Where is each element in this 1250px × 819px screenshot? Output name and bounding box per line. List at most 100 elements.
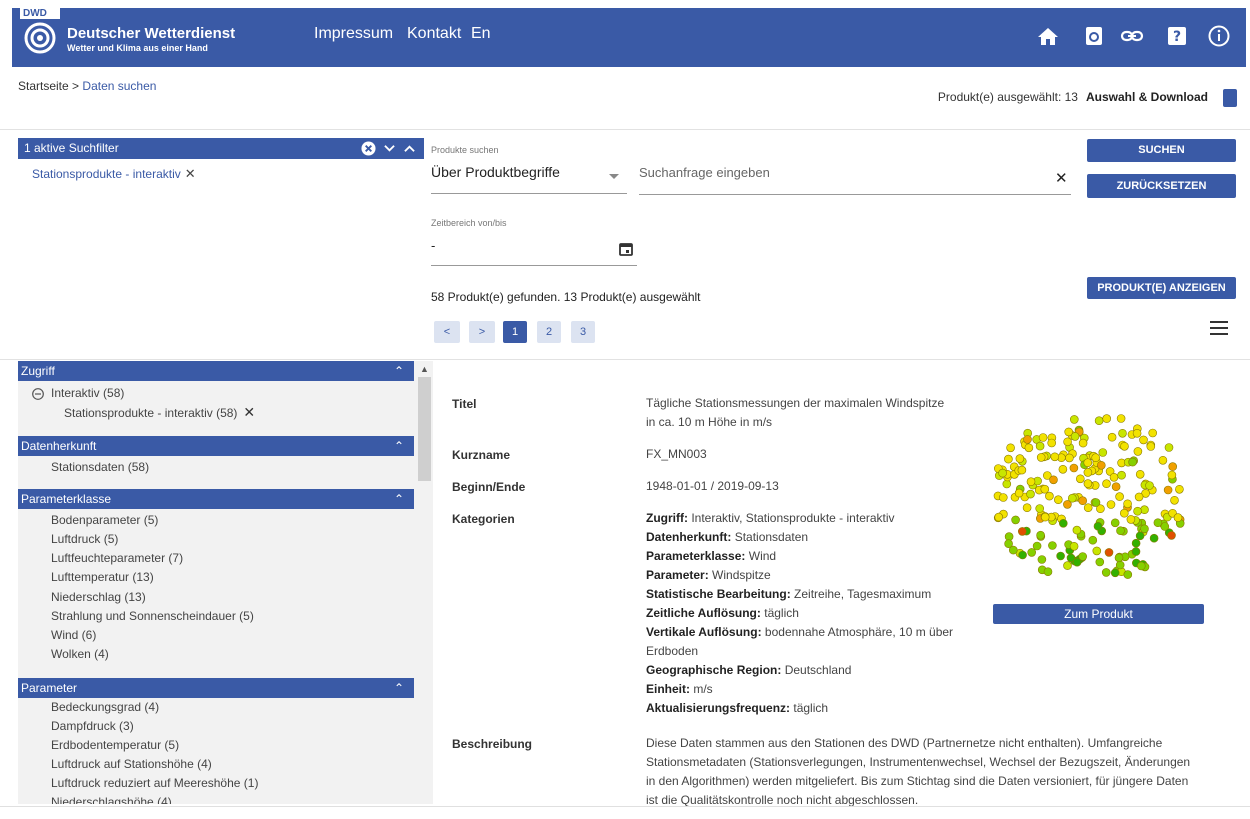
- description-line: in den Algorithmen) werden mitgeliefert.…: [646, 774, 1189, 788]
- station-dot: [1054, 495, 1063, 504]
- clear-filter-icon[interactable]: [361, 141, 376, 156]
- collapse-icon[interactable]: [32, 388, 44, 400]
- station-dot: [1072, 525, 1082, 535]
- info-icon[interactable]: [1207, 24, 1231, 48]
- station-dot: [1092, 546, 1102, 556]
- chevron-up-icon[interactable]: ⌃: [394, 361, 404, 381]
- category-key: Geographische Region:: [646, 663, 782, 677]
- station-dot: [1091, 498, 1101, 507]
- station-dot: [1111, 482, 1121, 491]
- category-row: Vertikale Auflösung: bodennahe Atmosphär…: [646, 623, 953, 642]
- section-parameter-header[interactable]: Parameter ⌃: [18, 678, 414, 698]
- station-dot: [1063, 437, 1072, 447]
- prev-page-button[interactable]: <: [434, 321, 460, 343]
- download-icon[interactable]: [1223, 89, 1237, 107]
- section-datenherkunft-header[interactable]: Datenherkunft ⌃: [18, 436, 414, 456]
- category-value: m/s: [693, 682, 713, 696]
- station-dot: [1070, 432, 1080, 441]
- category-value: täglich: [764, 606, 799, 620]
- facet-item[interactable]: Dampfdruck (3): [51, 719, 134, 733]
- dwd-logo[interactable]: DWD: [20, 8, 60, 60]
- facet-item[interactable]: Luftdruck auf Stationshöhe (4): [51, 757, 212, 771]
- search-button[interactable]: SUCHEN: [1087, 139, 1236, 162]
- chevron-up-icon[interactable]: [404, 144, 415, 153]
- section-zugriff-header[interactable]: Zugriff ⌃: [18, 361, 414, 381]
- category-row: Statistische Bearbeitung: Zeitreihe, Tag…: [646, 585, 953, 604]
- scroll-up-icon[interactable]: ▲: [420, 364, 429, 374]
- station-dot: [1026, 489, 1035, 499]
- help-icon[interactable]: ?: [1165, 24, 1189, 48]
- title-line: in ca. 10 m Höhe in m/s: [646, 415, 773, 429]
- dropdown-arrow-icon[interactable]: [609, 174, 619, 179]
- station-dot: [1164, 443, 1174, 452]
- facet-item[interactable]: Erdbodentemperatur (5): [51, 738, 179, 752]
- next-page-button[interactable]: >: [469, 321, 495, 343]
- facet-item[interactable]: Lufttemperatur (13): [51, 570, 154, 584]
- station-dot: [1123, 499, 1132, 509]
- close-icon[interactable]: ✕: [185, 166, 196, 181]
- station-dot: [1137, 561, 1146, 571]
- section-title: Parameter: [21, 681, 78, 695]
- station-dot: [1037, 555, 1047, 564]
- facet-item[interactable]: Stationsdaten (58): [51, 460, 149, 474]
- station-dot: [1134, 492, 1144, 502]
- facet-item[interactable]: Strahlung und Sonnenscheindauer (5): [51, 609, 254, 623]
- search-input[interactable]: Suchanfrage eingeben: [639, 165, 770, 180]
- close-icon[interactable]: ✕: [243, 404, 255, 420]
- home-icon[interactable]: [1036, 24, 1060, 48]
- category-value: Wind: [748, 549, 777, 563]
- link-icon[interactable]: [1120, 24, 1144, 48]
- nav-english[interactable]: En: [471, 25, 491, 43]
- nav-kontakt[interactable]: Kontakt: [407, 25, 461, 43]
- facet-item[interactable]: Stationsprodukte - interaktiv (58) ✕: [64, 404, 255, 421]
- facet-item[interactable]: Interaktiv (58): [51, 386, 124, 400]
- facet-item[interactable]: Luftdruck reduziert auf Meereshöhe (1): [51, 776, 258, 790]
- station-dot: [1131, 538, 1141, 548]
- nav-impressum[interactable]: Impressum: [314, 25, 393, 43]
- facet-item[interactable]: Niederschlagshöhe (4): [51, 795, 172, 804]
- facet-item[interactable]: Luftdruck (5): [51, 532, 118, 546]
- calendar-icon[interactable]: [619, 242, 633, 256]
- chevron-up-icon[interactable]: ⌃: [394, 489, 404, 509]
- station-dot: [1083, 503, 1093, 512]
- station-dot: [1110, 518, 1120, 528]
- menu-icon[interactable]: [1210, 321, 1228, 335]
- facet-item[interactable]: Bodenparameter (5): [51, 513, 158, 527]
- facet-item[interactable]: Bedeckungsgrad (4): [51, 700, 159, 714]
- clear-search-icon[interactable]: ✕: [1055, 169, 1068, 187]
- station-dot: [1015, 454, 1025, 463]
- station-dot: [1106, 500, 1116, 509]
- scrollbar-thumb[interactable]: [418, 377, 431, 481]
- save-icon[interactable]: [1082, 24, 1106, 48]
- page-3-button[interactable]: 3: [571, 321, 595, 343]
- download-link[interactable]: Auswahl & Download: [1086, 90, 1208, 104]
- station-dot: [1126, 515, 1136, 524]
- breadcrumb-current[interactable]: Daten suchen: [82, 79, 156, 93]
- breadcrumb: Startseite > Daten suchen: [18, 79, 156, 93]
- search-mode-select[interactable]: Über Produktbegriffe: [431, 164, 560, 180]
- facet-item[interactable]: Luftfeuchteparameter (7): [51, 551, 183, 565]
- page-2-button[interactable]: 2: [537, 321, 561, 343]
- to-product-button[interactable]: Zum Produkt: [993, 604, 1204, 624]
- time-underline: [431, 265, 637, 266]
- category-key: Zugriff:: [646, 511, 688, 525]
- time-range-input[interactable]: -: [431, 238, 435, 253]
- chevron-up-icon[interactable]: ⌃: [394, 678, 404, 698]
- category-row: Erdboden: [646, 642, 953, 661]
- chevron-down-icon[interactable]: [384, 144, 395, 153]
- spiral-icon: [24, 22, 56, 54]
- reset-button[interactable]: ZURÜCKSETZEN: [1087, 174, 1236, 198]
- section-parameterklasse-header[interactable]: Parameterklasse ⌃: [18, 489, 414, 509]
- chevron-up-icon[interactable]: ⌃: [394, 436, 404, 456]
- facet-item[interactable]: Niederschlag (13): [51, 590, 146, 604]
- station-dot: [1078, 496, 1087, 505]
- search-label: Produkte suchen: [431, 145, 499, 155]
- page-1-button[interactable]: 1: [503, 321, 527, 343]
- active-filter-header[interactable]: 1 aktive Suchfilter: [18, 138, 424, 159]
- show-products-button[interactable]: PRODUKT(E) ANZEIGEN: [1087, 277, 1236, 299]
- breadcrumb-home[interactable]: Startseite: [18, 79, 69, 93]
- filter-chip[interactable]: Stationsprodukte - interaktiv ✕: [32, 166, 196, 182]
- category-row: Datenherkunft: Stationsdaten: [646, 528, 953, 547]
- facet-item[interactable]: Wolken (4): [51, 647, 109, 661]
- facet-item[interactable]: Wind (6): [51, 628, 96, 642]
